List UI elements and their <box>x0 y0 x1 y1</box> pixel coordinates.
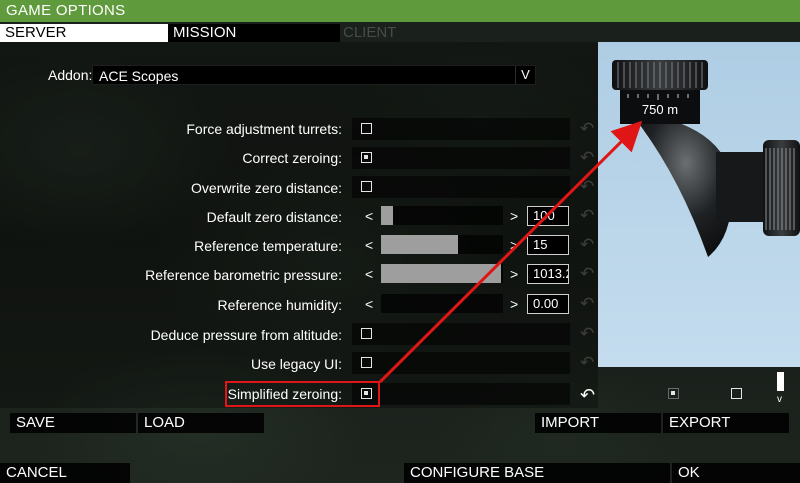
reset-icon[interactable]: ↶ <box>580 354 600 372</box>
load-button[interactable]: LOAD <box>138 413 264 433</box>
cancel-button[interactable]: CANCEL <box>0 463 130 483</box>
slider-decrease-button[interactable]: < <box>365 208 373 224</box>
import-button[interactable]: IMPORT <box>535 413 661 433</box>
slider-fill <box>381 206 393 225</box>
reset-icon[interactable]: ↶ <box>580 178 600 196</box>
reset-all-icon[interactable]: ↶ <box>580 385 595 406</box>
reference-temperature-value[interactable]: 15 <box>527 235 569 255</box>
slider-increase-button[interactable]: > <box>510 208 518 224</box>
secondary-checkbox <box>668 388 679 399</box>
setting-row-bg <box>352 352 570 374</box>
save-button[interactable]: SAVE <box>10 413 136 433</box>
scrollbar-thumb[interactable] <box>777 372 784 391</box>
default-zero-distance-value[interactable]: 100 <box>527 206 569 226</box>
default-zero-distance-slider[interactable] <box>381 206 503 225</box>
reset-icon[interactable]: ↶ <box>580 295 600 313</box>
tab-client: CLIENT <box>343 24 397 41</box>
use-legacy-ui-checkbox[interactable] <box>361 357 372 368</box>
scope-range-label: 750 m <box>642 102 678 117</box>
chevron-down-icon[interactable]: V <box>515 66 535 84</box>
setting-row-bg <box>352 118 570 140</box>
deduce-pressure-from-altitude-label: Deduce pressure from altitude: <box>150 327 342 343</box>
reference-barometric-pressure-label: Reference barometric pressure: <box>145 267 342 283</box>
configure-base-button[interactable]: CONFIGURE BASE <box>404 463 670 483</box>
scope-preview-image: 750 m <box>598 42 800 367</box>
reset-icon[interactable]: ↶ <box>580 207 600 225</box>
setting-row-bg <box>352 176 570 198</box>
simplified-zeroing-checkbox[interactable] <box>361 388 372 399</box>
addon-label: Addon: <box>48 67 93 83</box>
tab-mission[interactable]: MISSION <box>168 24 340 42</box>
slider-increase-button[interactable]: > <box>510 296 518 312</box>
reference-humidity-slider[interactable] <box>381 294 503 313</box>
overwrite-zero-distance-checkbox[interactable] <box>361 181 372 192</box>
setting-row-bg <box>352 323 570 345</box>
reset-icon[interactable]: ↶ <box>580 149 600 167</box>
reset-icon[interactable]: ↶ <box>580 265 600 283</box>
slider-decrease-button[interactable]: < <box>365 266 373 282</box>
correct-zeroing-label: Correct zeroing: <box>242 150 342 166</box>
default-zero-distance-label: Default zero distance: <box>206 209 342 225</box>
slider-decrease-button[interactable]: < <box>365 296 373 312</box>
reference-barometric-pressure-slider[interactable] <box>381 264 503 283</box>
simplified-zeroing-label: Simplified zeroing: <box>227 386 342 402</box>
slider-fill <box>381 264 501 283</box>
deduce-pressure-from-altitude-checkbox[interactable] <box>361 328 372 339</box>
slider-increase-button[interactable]: > <box>510 266 518 282</box>
tertiary-checkbox[interactable] <box>731 388 742 399</box>
addon-selected-value: ACE Scopes <box>99 68 179 84</box>
window-title: GAME OPTIONS <box>6 2 126 19</box>
use-legacy-ui-label: Use legacy UI: <box>250 356 342 372</box>
scope-illustration: 750 m <box>612 60 800 257</box>
slider-fill <box>381 235 458 254</box>
reference-temperature-label: Reference temperature: <box>194 238 342 254</box>
title-bar: GAME OPTIONS <box>0 0 800 22</box>
reset-icon[interactable]: ↶ <box>580 120 600 138</box>
setting-row-bg <box>352 147 570 169</box>
slider-decrease-button[interactable]: < <box>365 237 373 253</box>
force-adjustment-turrets-checkbox[interactable] <box>361 123 372 134</box>
reset-icon[interactable]: ↶ <box>580 325 600 343</box>
slider-increase-button[interactable]: > <box>510 237 518 253</box>
reference-humidity-value[interactable]: 0.00 <box>527 294 569 314</box>
reference-barometric-pressure-value[interactable]: 1013.2 <box>527 264 569 284</box>
force-adjustment-turrets-label: Force adjustment turrets: <box>186 121 342 137</box>
reference-humidity-label: Reference humidity: <box>217 297 342 313</box>
tab-server[interactable]: SERVER <box>0 24 168 42</box>
correct-zeroing-checkbox[interactable] <box>361 152 372 163</box>
ok-button[interactable]: OK <box>672 463 800 483</box>
overwrite-zero-distance-label: Overwrite zero distance: <box>191 180 342 196</box>
reference-temperature-slider[interactable] <box>381 235 503 254</box>
scroll-down-icon[interactable]: v <box>777 394 782 405</box>
export-button[interactable]: EXPORT <box>663 413 789 433</box>
addon-dropdown[interactable]: ACE Scopes V <box>92 65 536 85</box>
reset-icon[interactable]: ↶ <box>580 236 600 254</box>
setting-row-bg <box>352 383 570 405</box>
